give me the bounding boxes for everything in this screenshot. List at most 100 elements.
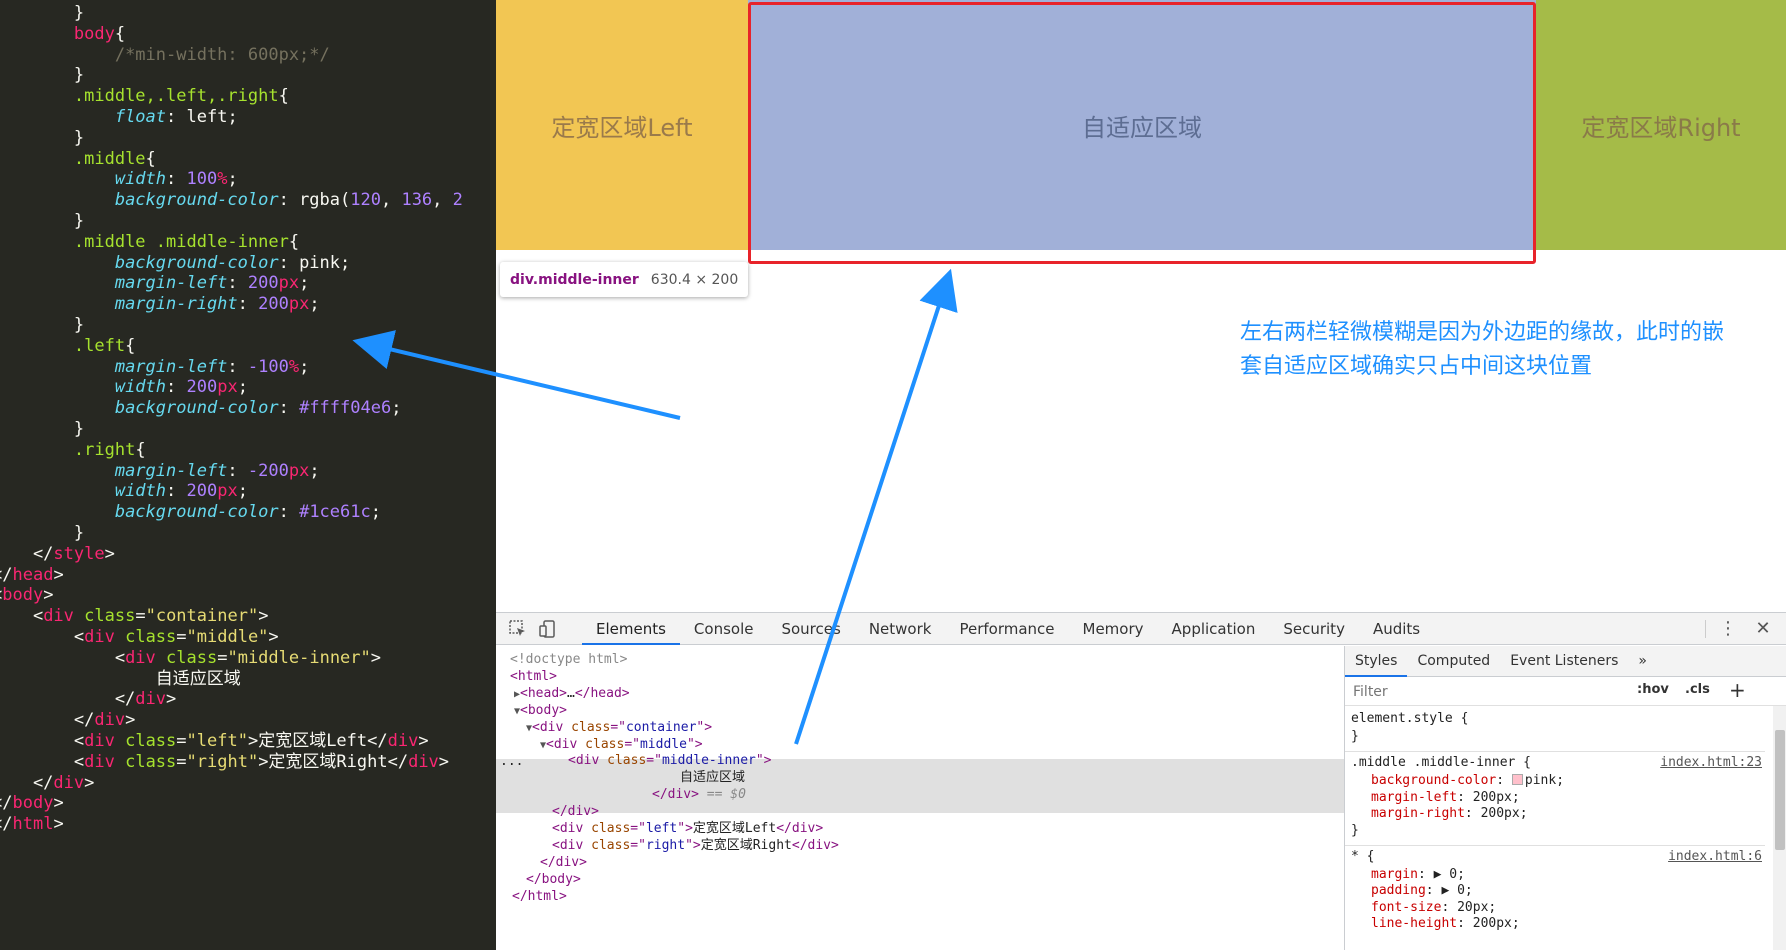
code-token: </ xyxy=(32,543,54,564)
code-token: > xyxy=(166,689,177,710)
code-token: : xyxy=(278,398,300,419)
tab-memory[interactable]: Memory xyxy=(1069,613,1158,645)
declaration-property: font-size xyxy=(1371,899,1442,915)
tab-application[interactable]: Application xyxy=(1158,613,1270,645)
dom-token: </div> xyxy=(776,821,824,836)
styles-pane: StylesComputedEvent Listeners» :hov .cls… xyxy=(1344,646,1786,950)
left-column-label: 定宽区域Left xyxy=(551,113,693,142)
tab-security[interactable]: Security xyxy=(1269,613,1359,645)
styles-tab-event-listeners[interactable]: Event Listeners xyxy=(1500,646,1628,677)
declaration-property: background-color xyxy=(1371,773,1497,788)
code-token: margin-right xyxy=(114,294,238,315)
dom-token: <div xyxy=(532,719,572,735)
code-token: body xyxy=(2,585,44,606)
tab-network[interactable]: Network xyxy=(855,613,946,645)
dom-token: <div xyxy=(552,821,592,836)
code-token: body xyxy=(12,793,54,814)
dom-token: class xyxy=(607,753,647,769)
rule-close-brace: } xyxy=(1351,822,1359,838)
style-declaration[interactable]: padding: ▶ 0; xyxy=(1371,882,1473,900)
code-token: div xyxy=(94,710,126,731)
scrollbar-thumb[interactable] xyxy=(1775,730,1785,850)
dom-token: =" xyxy=(630,837,646,853)
styles-scrollbar[interactable] xyxy=(1773,706,1786,950)
dom-token: =" xyxy=(610,719,626,735)
rule-selector[interactable]: * { xyxy=(1351,848,1374,866)
style-declaration[interactable]: margin-left: 200px; xyxy=(1371,789,1520,807)
code-token: ; xyxy=(227,107,238,127)
code-token: margin-left xyxy=(114,273,228,294)
rule-source-link[interactable]: index.html:23 xyxy=(1660,754,1762,772)
code-line: width: 100%; xyxy=(0,168,238,191)
style-declaration[interactable]: line-height: 200px; xyxy=(1371,915,1520,933)
close-icon[interactable]: ✕ xyxy=(1753,619,1773,639)
code-token: { xyxy=(125,335,136,356)
code-token: px xyxy=(278,273,300,294)
styles-filter-input[interactable] xyxy=(1349,681,1631,703)
code-token: > xyxy=(438,751,450,772)
dom-node-line[interactable]: </div> == $0 xyxy=(652,785,746,804)
dom-token: </div> xyxy=(652,787,699,803)
tab-performance[interactable]: Performance xyxy=(945,613,1068,645)
device-toolbar-icon[interactable] xyxy=(538,619,558,639)
rule-selector[interactable]: element.style { xyxy=(1351,710,1468,728)
dom-token: </head> xyxy=(574,685,630,701)
inspect-element-icon[interactable] xyxy=(508,619,528,639)
class-toggle[interactable]: .cls xyxy=(1685,682,1710,697)
style-declaration[interactable]: font-size: 20px; xyxy=(1371,899,1496,917)
dom-node-line[interactable]: <div class="right">定宽区域Right</div> xyxy=(552,836,839,855)
devtools-tab-bar: Elements Console Sources Network Performance… xyxy=(582,613,1434,645)
dom-tree[interactable]: <!doctype html> <html> ▶<head>…</head> ▼<bo… xyxy=(496,646,1344,950)
code-line: background-color: #ffff04e6; xyxy=(0,397,402,420)
code-token: > xyxy=(53,564,64,585)
new-style-rule-button[interactable]: + xyxy=(1729,678,1746,702)
code-token: float xyxy=(114,107,167,127)
code-line: } xyxy=(0,127,84,150)
code-token: ; xyxy=(237,481,248,502)
color-swatch-icon[interactable] xyxy=(1511,774,1523,785)
style-declaration[interactable]: margin-right: 200px; xyxy=(1371,805,1528,823)
code-token: ; xyxy=(370,502,381,523)
tab-sources[interactable]: Sources xyxy=(767,613,854,645)
styles-tab-computed[interactable]: Computed xyxy=(1407,646,1500,677)
rule-selector[interactable]: .middle .middle-inner { xyxy=(1351,754,1531,772)
selected-node-ellipsis[interactable]: ... xyxy=(500,752,523,771)
tab-elements[interactable]: Elements xyxy=(582,613,680,645)
hover-state-toggle[interactable]: :hov xyxy=(1637,682,1669,697)
rule-source-link[interactable]: index.html:6 xyxy=(1668,848,1762,866)
code-token: > xyxy=(258,606,269,627)
code-line: } xyxy=(0,522,84,545)
code-token: 200 xyxy=(247,273,279,294)
dom-node-line[interactable]: </html> xyxy=(512,887,567,906)
code-token: 120 xyxy=(350,190,381,211)
code-line: margin-left: -200px; xyxy=(0,460,320,483)
code-token: = xyxy=(176,627,187,647)
style-declaration[interactable]: margin: ▶ 0; xyxy=(1371,866,1465,884)
dom-token: class xyxy=(591,837,631,853)
more-tabs-icon[interactable]: » xyxy=(1628,646,1657,677)
more-options-icon[interactable]: ⋮ xyxy=(1719,619,1737,639)
code-line: width: 200px; xyxy=(0,376,248,399)
styles-tab-styles[interactable]: Styles xyxy=(1345,646,1408,677)
code-line: } xyxy=(0,210,84,233)
browser-viewport: 定宽区域Left 自适应区域 定宽区域Right div.middle-inne… xyxy=(496,0,1786,612)
code-line: </head> xyxy=(0,564,64,587)
style-declaration[interactable]: background-color: pink; xyxy=(1371,772,1564,790)
code-token: class xyxy=(166,647,218,668)
code-line: <div class="left">定宽区域Left</div> xyxy=(0,730,429,753)
tab-audits[interactable]: Audits xyxy=(1359,613,1434,645)
code-line: float: left; xyxy=(0,106,238,129)
tab-console[interactable]: Console xyxy=(680,613,768,645)
code-editor[interactable]: } body{ /*min-width: 600px;*/ } .middle,… xyxy=(0,0,496,950)
code-token: background-color xyxy=(114,190,279,211)
dom-token: =" xyxy=(646,753,662,769)
